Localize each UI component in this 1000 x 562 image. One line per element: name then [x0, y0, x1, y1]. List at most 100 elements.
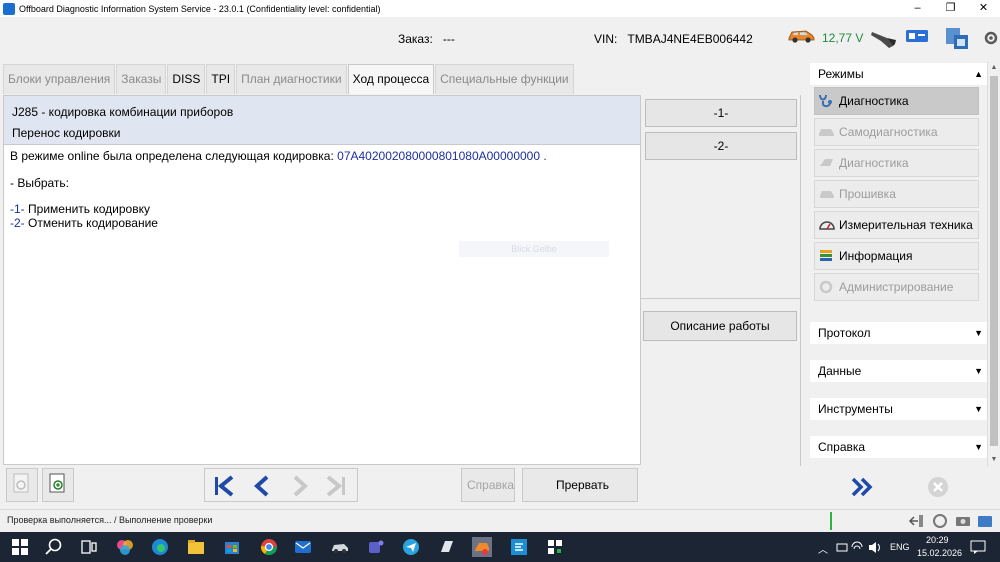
tab-procedure[interactable]: Ход процесса: [347, 64, 435, 94]
settings-icon[interactable]: [982, 29, 1000, 47]
help-button-label: Справка: [467, 478, 515, 492]
choose-label: - Выбрать:: [10, 175, 69, 190]
windows-taskbar: ︿ ENG 20:29 15.02.2026: [0, 532, 1000, 562]
photos-app-icon[interactable]: [115, 537, 135, 557]
zoom-in-button[interactable]: [42, 468, 74, 502]
forward-icon[interactable]: [848, 474, 876, 500]
user-session-icon[interactable]: [944, 25, 972, 53]
chevron-down-icon: ▼: [974, 442, 983, 452]
sidebar-item-administration[interactable]: Администрирование: [814, 273, 979, 301]
tools-header[interactable]: Инструменты ▼: [810, 398, 987, 420]
connection-indicator: [830, 512, 832, 530]
close-button[interactable]: ✕: [967, 0, 1000, 17]
window-titlebar: Offboard Diagnostic Information System S…: [0, 0, 1000, 17]
coding-suffix: .: [543, 149, 547, 163]
work-description-button[interactable]: Описание работы: [643, 311, 797, 341]
protocol-header[interactable]: Протокол ▼: [810, 322, 987, 344]
tab-diss[interactable]: DISS: [167, 64, 206, 94]
vin-value: TMBAJ4NE4EB006442: [627, 32, 753, 46]
teams-icon[interactable]: [366, 537, 386, 557]
clock-date[interactable]: 15.02.2026: [917, 548, 962, 558]
sidebar-scrollbar[interactable]: ▲ ▼: [987, 62, 1000, 467]
chevron-up-icon: ▲: [974, 69, 983, 79]
vcds-icon[interactable]: [437, 537, 457, 557]
first-step-icon[interactable]: [209, 472, 239, 500]
description-area: Описание работы: [641, 298, 801, 466]
status-icons: [908, 514, 992, 528]
sidebar-item-label: Администрирование: [839, 280, 954, 294]
navigation-buttons: [204, 468, 358, 502]
sidebar-item-flashing[interactable]: Прошивка: [814, 180, 979, 208]
option-2: -2- Отменить кодирование: [10, 216, 634, 231]
sidebar-item-label: Самодиагностика: [839, 125, 938, 139]
odis-car-icon[interactable]: [330, 537, 350, 557]
data-header[interactable]: Данные ▼: [810, 360, 987, 382]
clock-time[interactable]: 20:29: [926, 535, 949, 545]
edge-browser-icon[interactable]: [150, 537, 170, 557]
sidebar-item-measurement[interactable]: Измерительная техника: [814, 211, 979, 239]
sidebar-item-self-diagnosis[interactable]: Самодиагностика: [814, 118, 979, 146]
zoom-out-icon: [13, 473, 29, 493]
windows-start-icon[interactable]: [10, 537, 30, 557]
choice-2-button[interactable]: -2-: [645, 132, 797, 160]
odis-service-icon[interactable]: [472, 537, 492, 557]
abort-test-button[interactable]: Прервать проверку: [522, 468, 638, 525]
app-blue-icon[interactable]: [509, 537, 529, 557]
network-icon[interactable]: [905, 28, 929, 44]
chrome-icon[interactable]: [259, 537, 279, 557]
tab-test-plan[interactable]: План диагностики: [236, 64, 347, 94]
vin-label: VIN:: [594, 32, 618, 46]
protocol-header-label: Протокол: [818, 326, 871, 340]
minimize-button[interactable]: –: [901, 0, 934, 17]
last-step-icon[interactable]: [321, 472, 351, 500]
sidebar-item-component-diagnosis[interactable]: Диагностика компонентов: [814, 149, 979, 196]
sidebar-item-label: Информация: [839, 249, 913, 263]
qr-tool-icon[interactable]: [545, 537, 565, 557]
scroll-up-icon[interactable]: ▲: [988, 64, 1000, 71]
tab-orders[interactable]: Заказы: [116, 64, 167, 94]
battery-voltage: 12,77 V: [822, 31, 864, 45]
input-language[interactable]: ENG: [890, 542, 910, 552]
sidebar-item-information[interactable]: Информация: [814, 242, 979, 270]
modes-header[interactable]: Режимы ▲: [810, 63, 987, 85]
tray-icons[interactable]: [836, 541, 886, 554]
chevron-down-icon: ▼: [974, 328, 983, 338]
sidebar-item-diagnostics[interactable]: Диагностика: [814, 87, 979, 115]
app-header: Заказ: --- VIN: TMBAJ4NE4EB006442 12,77 …: [0, 17, 1000, 61]
choice-1-button[interactable]: -1-: [645, 99, 797, 127]
coding-message: В режиме online была определена следующа…: [10, 149, 634, 164]
tab-special-functions[interactable]: Специальные функции: [435, 64, 574, 94]
tab-tpi[interactable]: TPI: [206, 64, 236, 94]
heading-line-2: Перенос кодировки: [12, 126, 121, 140]
option-1-key: -1-: [10, 202, 25, 216]
zoom-out-button[interactable]: [6, 468, 38, 502]
scrollbar-thumb[interactable]: [990, 76, 998, 446]
notifications-icon[interactable]: [970, 540, 986, 554]
diagnostic-interface-icon[interactable]: [869, 26, 899, 50]
scroll-down-icon[interactable]: ▼: [988, 456, 1000, 463]
zoom-in-icon: [49, 473, 65, 493]
chevron-down-icon: ▼: [974, 366, 983, 376]
status-bar: Проверка выполняется... / Выполнение про…: [0, 509, 1000, 532]
watermark-text: Blick Gelbe: [459, 241, 609, 257]
next-step-icon[interactable]: [285, 472, 315, 500]
vin-info: VIN: TMBAJ4NE4EB006442: [594, 32, 753, 46]
previous-step-icon[interactable]: [247, 472, 277, 500]
mail-icon[interactable]: [293, 537, 313, 557]
store-icon[interactable]: [222, 537, 242, 557]
tools-header-label: Инструменты: [818, 402, 893, 416]
heading-line-1: J285 - кодировка комбинации приборов: [12, 105, 234, 119]
maximize-button[interactable]: ❐: [934, 0, 967, 17]
stethoscope-icon: [819, 94, 832, 108]
help-button[interactable]: Справка: [461, 468, 515, 502]
procedure-heading: J285 - кодировка комбинации приборов Пер…: [4, 96, 640, 145]
tray-chevron-icon[interactable]: ︿: [818, 541, 828, 556]
file-explorer-icon[interactable]: [186, 537, 206, 557]
search-icon[interactable]: [44, 537, 64, 557]
cancel-icon[interactable]: [925, 474, 951, 500]
task-view-icon[interactable]: [79, 537, 99, 557]
telegram-icon[interactable]: [401, 537, 421, 557]
tab-control-units[interactable]: Блоки управления: [3, 64, 116, 94]
help-header[interactable]: Справка ▼: [810, 436, 987, 458]
order-value: ---: [442, 32, 455, 46]
